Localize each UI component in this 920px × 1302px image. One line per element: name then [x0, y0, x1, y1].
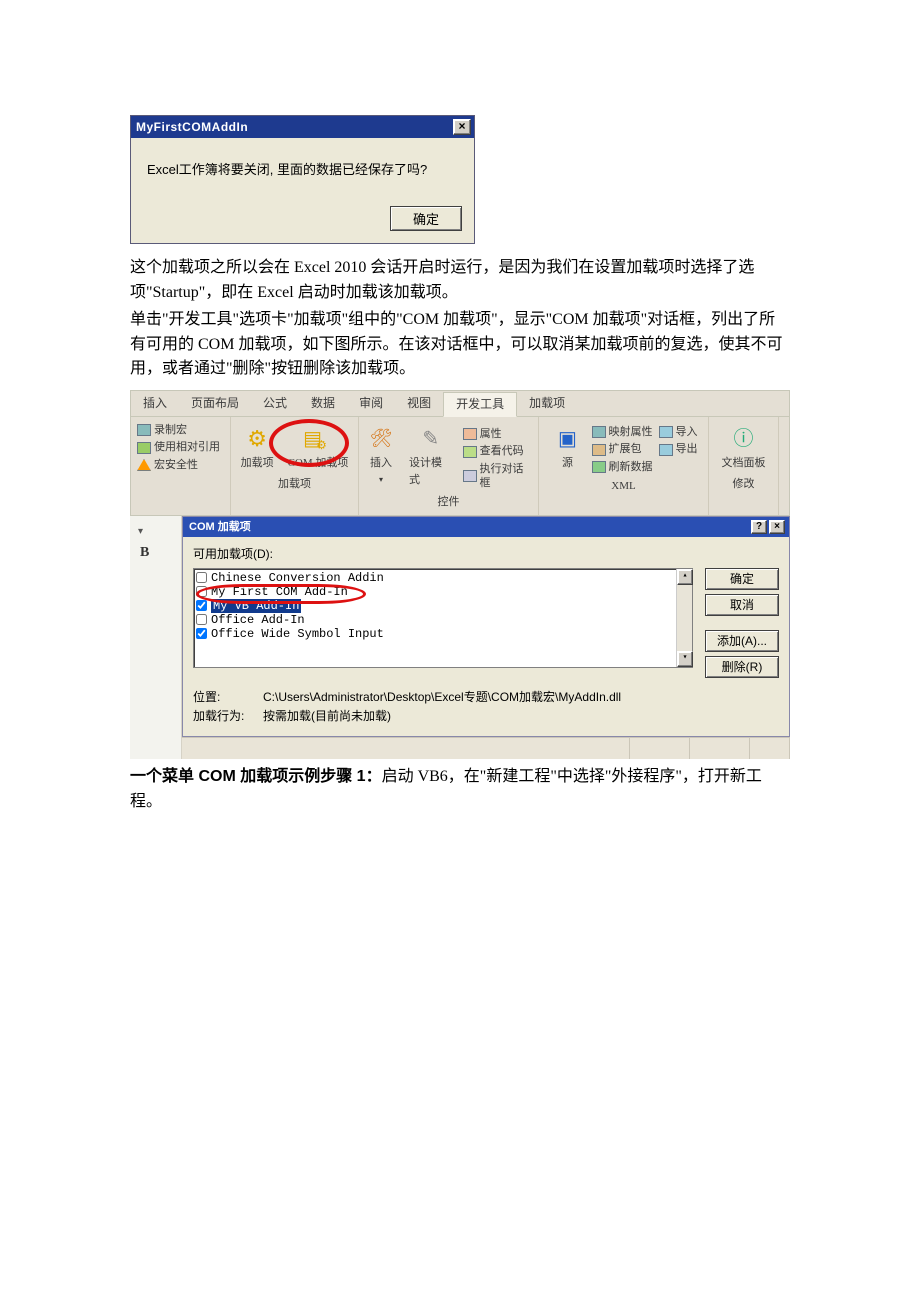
tab-developer[interactable]: 开发工具 — [443, 392, 517, 417]
group-controls-label: 控件 — [438, 494, 460, 511]
statusbar — [182, 737, 790, 759]
scroll-up-icon[interactable]: ▴ — [677, 569, 693, 585]
group-modify-label: 修改 — [733, 476, 755, 493]
alert-dialog: MyFirstCOMAddIn × Excel工作簿将要关闭, 里面的数据已经保… — [130, 115, 475, 244]
ribbon-group-modify: ⓘ 文档面板 修改 — [709, 417, 779, 515]
import-xml-button[interactable]: 导入 — [659, 425, 698, 439]
cell-B-label: B — [140, 542, 149, 564]
location-value: C:\Users\Administrator\Desktop\Excel专题\C… — [263, 688, 621, 707]
export-xml-button[interactable]: 导出 — [659, 442, 698, 456]
record-macro-button[interactable]: 录制宏 — [137, 423, 220, 437]
tab-addins[interactable]: 加载项 — [517, 391, 577, 416]
excel-ribbon: 插入 页面布局 公式 数据 审阅 视图 开发工具 加载项 录制宏 使用相对引用 … — [130, 390, 790, 516]
dialog-ok-button[interactable]: 确定 — [705, 568, 779, 590]
run-dialog-button[interactable]: 执行对话框 — [463, 462, 534, 491]
behavior-value: 按需加载(目前尚未加载) — [263, 707, 391, 726]
map-icon — [592, 426, 606, 438]
wrench-icon: 🛠 — [367, 425, 395, 453]
group-xml-label: XML — [611, 478, 635, 495]
spreadsheet-gutter: ▾ B — [130, 516, 182, 759]
available-addins-label: 可用加载项(D): — [193, 545, 779, 564]
addin-metadata: 位置: C:\Users\Administrator\Desktop\Excel专… — [193, 688, 779, 726]
group-addins-label: 加载项 — [278, 476, 311, 493]
relative-ref-icon — [137, 442, 151, 454]
red-circle-annotation — [269, 419, 349, 467]
tab-formulas[interactable]: 公式 — [251, 391, 299, 416]
paragraph-2: 单击"开发工具"选项卡"加载项"组中的"COM 加载项"，显示"COM 加载项"… — [130, 308, 790, 382]
tab-view[interactable]: 视图 — [395, 391, 443, 416]
gear-icon: ⚙ — [243, 425, 271, 453]
com-addins-dialog: COM 加载项 ? × 可用加载项(D): Chinese Conversion… — [182, 516, 790, 737]
design-icon: ✎ — [417, 425, 445, 453]
use-relative-ref-button[interactable]: 使用相对引用 — [137, 440, 220, 454]
ribbon-group-controls: 🛠 插入 ▾ ✎ 设计模式 属性 查看代码 执行对话框 控件 — [359, 417, 539, 515]
code-icon — [463, 446, 477, 458]
refresh-data-button[interactable]: 刷新数据 — [592, 460, 653, 474]
properties-button[interactable]: 属性 — [463, 427, 534, 441]
checkbox[interactable] — [196, 614, 207, 625]
record-macro-icon — [137, 424, 151, 436]
listbox-scrollbar[interactable]: ▴ ▾ — [676, 569, 692, 667]
import-icon — [659, 426, 673, 438]
insert-controls-button[interactable]: 🛠 插入 ▾ — [363, 423, 399, 486]
alert-title: MyFirstCOMAddIn — [136, 118, 453, 137]
dialog-remove-button[interactable]: 删除(R) — [705, 656, 779, 678]
paragraph-3-heading: 一个菜单 COM 加载项示例步骤 1： — [130, 768, 382, 785]
help-icon[interactable]: ? — [751, 520, 767, 534]
alert-ok-button[interactable]: 确定 — [390, 206, 462, 231]
com-dialog-titlebar: COM 加载项 ? × — [183, 517, 789, 537]
dropdown-icon[interactable]: ▾ — [138, 524, 143, 540]
com-dialog-area: ▾ B COM 加载项 ? × 可用加载项(D): Chinese Conver… — [130, 516, 790, 759]
close-icon[interactable]: × — [453, 119, 471, 135]
export-icon — [659, 444, 673, 456]
ribbon-group-xml: ▣ 源 映射属性 扩展包 刷新数据 导入 导出 XML — [539, 417, 709, 515]
paragraph-1: 这个加载项之所以会在 Excel 2010 会话开启时运行，是因为我们在设置加载… — [130, 256, 790, 306]
document-panel-button[interactable]: ⓘ 文档面板 — [718, 423, 770, 472]
list-item[interactable]: Office Wide Symbol Input — [196, 627, 690, 641]
tab-pagelayout[interactable]: 页面布局 — [179, 391, 251, 416]
ribbon-tabs: 插入 页面布局 公式 数据 审阅 视图 开发工具 加载项 — [131, 391, 789, 417]
macro-security-button[interactable]: 宏安全性 — [137, 458, 220, 472]
checkbox[interactable] — [196, 628, 207, 639]
close-icon[interactable]: × — [769, 520, 785, 534]
scroll-down-icon[interactable]: ▾ — [677, 651, 693, 667]
view-code-button[interactable]: 查看代码 — [463, 444, 534, 458]
checkbox[interactable] — [196, 572, 207, 583]
doc-panel-icon: ⓘ — [730, 425, 758, 453]
checkbox[interactable] — [196, 600, 207, 611]
dialog-cancel-button[interactable]: 取消 — [705, 594, 779, 616]
dialog-icon — [463, 470, 477, 482]
xml-source-button[interactable]: ▣ 源 — [550, 423, 586, 472]
alert-titlebar: MyFirstCOMAddIn × — [131, 116, 474, 138]
paragraph-3: 一个菜单 COM 加载项示例步骤 1：启动 VB6，在"新建工程"中选择"外接程… — [130, 765, 790, 815]
refresh-icon — [592, 461, 606, 473]
chevron-down-icon: ▾ — [379, 474, 383, 486]
pack-icon — [592, 444, 606, 456]
expansion-packs-button[interactable]: 扩展包 — [592, 442, 653, 456]
ribbon-group-code: 录制宏 使用相对引用 宏安全性 — [131, 417, 231, 515]
list-item[interactable]: Office Add-In — [196, 613, 690, 627]
addins-listbox[interactable]: Chinese Conversion Addin My First COM Ad… — [193, 568, 693, 668]
alert-message: Excel工作簿将要关闭, 里面的数据已经保存了吗? — [131, 138, 474, 196]
com-dialog-title: COM 加载项 — [189, 519, 749, 536]
list-item[interactable]: Chinese Conversion Addin — [196, 571, 690, 585]
tab-insert[interactable]: 插入 — [131, 391, 179, 416]
security-icon — [137, 459, 151, 471]
tab-data[interactable]: 数据 — [299, 391, 347, 416]
design-mode-button[interactable]: ✎ 设计模式 — [405, 423, 457, 489]
properties-icon — [463, 428, 477, 440]
map-properties-button[interactable]: 映射属性 — [592, 425, 653, 439]
tab-review[interactable]: 审阅 — [347, 391, 395, 416]
xml-source-icon: ▣ — [554, 425, 582, 453]
red-oval-annotation — [196, 584, 366, 604]
behavior-label: 加载行为: — [193, 707, 245, 726]
ribbon-group-addins: ⚙ 加载项 ▤⚙ COM 加载项 加载项 — [231, 417, 359, 515]
location-label: 位置: — [193, 688, 245, 707]
dialog-add-button[interactable]: 添加(A)... — [705, 630, 779, 652]
